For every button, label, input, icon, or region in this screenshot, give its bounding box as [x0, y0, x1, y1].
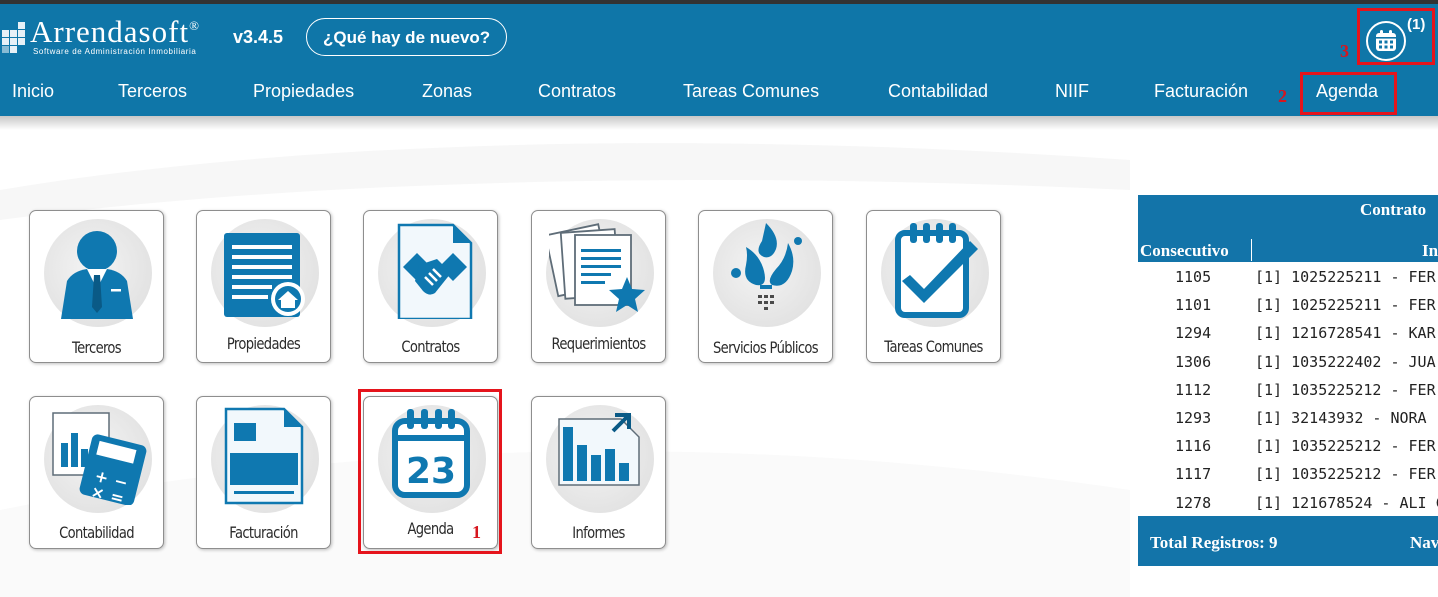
- contracts-table-body: 1105 [1] 1025225211 - FER 1101 [1] 1025225…: [1138, 262, 1438, 516]
- annotation-number-2: 2: [1278, 86, 1287, 106]
- table-row[interactable]: 1112 [1] 1035225212 - FER: [1138, 375, 1438, 403]
- panel-title: Contrato: [1360, 200, 1427, 219]
- invoice-icon: [224, 407, 304, 505]
- module-label-requerimientos: Requerimientos: [551, 334, 647, 353]
- cell-consecutivo: 1117: [1175, 465, 1212, 484]
- column-header-consecutivo[interactable]: Consecutivo: [1140, 241, 1229, 261]
- user-icon: [61, 231, 133, 319]
- property-list-icon: [224, 233, 305, 317]
- nav-item-zonas[interactable]: Zonas: [422, 81, 472, 102]
- table-row[interactable]: 1105 [1] 1025225211 - FER: [1138, 262, 1438, 290]
- cell-inquilino: [1] 1035222402 - JUA: [1255, 352, 1436, 371]
- table-row[interactable]: 1116 [1] 1035225212 - FER: [1138, 431, 1438, 459]
- module-tile-propiedades[interactable]: Propiedades: [196, 210, 331, 363]
- main-nav: Inicio Terceros Propiedades Zonas Contra…: [0, 68, 1438, 116]
- annotation-number-1: 1: [472, 522, 481, 542]
- nav-item-niif[interactable]: NIIF: [1055, 81, 1089, 102]
- nav-item-tareas-comunes[interactable]: Tareas Comunes: [683, 81, 819, 102]
- annotation-box-agenda-nav: [1300, 72, 1397, 115]
- panel-footer: Total Registros: 9 Nav: [1138, 529, 1438, 566]
- module-label-contabilidad: Contabilidad: [59, 523, 134, 542]
- whats-new-button[interactable]: ¿Qué hay de nuevo?: [306, 18, 508, 56]
- table-header: Consecutivo In: [1138, 239, 1438, 261]
- nav-item-contabilidad[interactable]: Contabilidad: [888, 81, 988, 102]
- module-label-facturacion: Facturación: [229, 523, 298, 542]
- module-label-contratos: Contratos: [401, 337, 460, 356]
- cell-consecutivo: 1101: [1175, 296, 1212, 315]
- annotation-number-3: 3: [1340, 41, 1349, 61]
- cell-inquilino: [1] 1035225212 - FER: [1255, 465, 1436, 484]
- cell-inquilino: [1] 121678524 - ALI C: [1255, 493, 1438, 512]
- column-divider: [1251, 239, 1252, 261]
- cell-consecutivo: 1112: [1175, 380, 1212, 399]
- contracts-panel: Contrato Consecutivo In 1105 [1] 10252252…: [1138, 195, 1438, 566]
- module-label-tareas-comunes: Tareas Comunes: [884, 337, 983, 356]
- logo-mark-icon: [2, 22, 30, 53]
- cell-consecutivo: 1293: [1175, 408, 1212, 427]
- checklist-icon: [895, 223, 978, 318]
- table-row[interactable]: 1294 [1] 1216728541 - KAR: [1138, 318, 1438, 346]
- cell-inquilino: [1] 1025225211 - FER: [1255, 296, 1436, 315]
- nav-item-propiedades[interactable]: Propiedades: [253, 81, 354, 102]
- bar-chart-icon: [558, 413, 640, 486]
- module-tile-contratos[interactable]: Contratos: [363, 210, 498, 363]
- cell-inquilino: [1] 1035225212 - FER: [1255, 437, 1436, 456]
- module-tile-terceros[interactable]: Terceros: [29, 210, 164, 363]
- module-tile-informes[interactable]: Informes: [531, 396, 666, 549]
- table-row[interactable]: 1117 [1] 1035225212 - FER: [1138, 459, 1438, 487]
- pager-nav[interactable]: Nav: [1410, 533, 1438, 553]
- calculator-icon: + − × =: [52, 412, 147, 505]
- module-tile-facturacion[interactable]: Facturación: [196, 396, 331, 549]
- annotation-box-calendar: [1357, 8, 1435, 65]
- cell-consecutivo: 1294: [1175, 324, 1212, 343]
- nav-item-inicio[interactable]: Inicio: [12, 81, 54, 102]
- cell-inquilino: [1] 32143932 - NORA: [1255, 408, 1427, 427]
- module-label-propiedades: Propiedades: [226, 334, 301, 353]
- cell-consecutivo: 1116: [1175, 437, 1212, 456]
- module-label-informes: Informes: [572, 523, 625, 542]
- table-row[interactable]: 1306 [1] 1035222402 - JUA: [1138, 347, 1438, 375]
- app-logo[interactable]: Arrendasoft® Software de Administración …: [0, 14, 230, 60]
- module-tile-tareas-comunes[interactable]: Tareas Comunes: [866, 210, 1001, 363]
- cell-consecutivo: 1306: [1175, 352, 1212, 371]
- cell-inquilino: [1] 1035225212 - FER: [1255, 380, 1436, 399]
- nav-item-contratos[interactable]: Contratos: [538, 81, 616, 102]
- app-header: Arrendasoft® Software de Administración …: [0, 4, 1438, 68]
- nav-shadow: [0, 116, 1438, 130]
- logo-name: Arrendasoft®: [30, 14, 200, 49]
- module-label-terceros: Terceros: [72, 338, 122, 357]
- table-row[interactable]: 1293 [1] 32143932 - NORA: [1138, 403, 1438, 431]
- table-row[interactable]: 1101 [1] 1025225211 - FER: [1138, 290, 1438, 318]
- cell-inquilino: [1] 1025225211 - FER: [1255, 268, 1436, 286]
- cell-consecutivo: 1278: [1175, 493, 1212, 512]
- module-label-servicios-publicos: Servicios Públicos: [713, 338, 819, 357]
- nav-item-facturacion[interactable]: Facturación: [1154, 81, 1248, 102]
- nav-item-terceros[interactable]: Terceros: [118, 81, 187, 102]
- column-header-inquilino[interactable]: In: [1422, 241, 1438, 261]
- module-tile-contabilidad[interactable]: + − × = Contabilidad: [29, 396, 164, 549]
- water-splash-icon: [731, 223, 802, 310]
- handshake-icon: [397, 223, 473, 319]
- module-tile-requerimientos[interactable]: Requerimientos: [531, 210, 666, 363]
- total-records: Total Registros: 9: [1150, 533, 1278, 552]
- app-version: v3.4.5: [233, 27, 284, 47]
- table-row[interactable]: 1278 [1] 121678524 - ALI C: [1138, 488, 1438, 516]
- logo-subtitle: Software de Administración Inmobiliaria: [33, 47, 197, 56]
- cell-consecutivo: 1105: [1175, 268, 1212, 286]
- cell-inquilino: [1] 1216728541 - KAR: [1255, 324, 1436, 343]
- module-tile-servicios-publicos[interactable]: Servicios Públicos: [698, 210, 833, 363]
- documents-star-icon: [549, 223, 645, 312]
